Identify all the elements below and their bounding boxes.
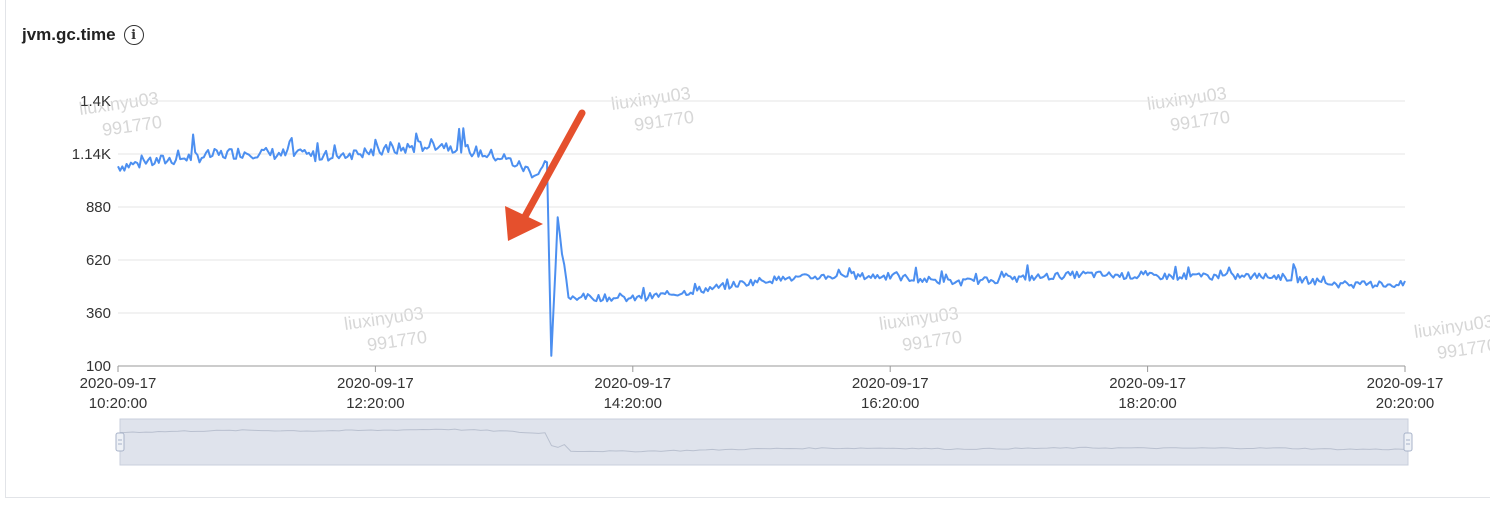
watermark-layer: liuxinyu03991770 liuxinyu03991770 liuxinyu… [78,83,1490,366]
watermark-text: liuxinyu03991770 [878,303,963,358]
watermark-text: liuxinyu03991770 [1146,83,1231,138]
slider-handle-right[interactable] [1403,432,1413,452]
x-axis: 2020-09-17 10:20:00 2020-09-17 12:20:00 2020… [80,366,1444,412]
x-tick-label-date: 2020-09-17 [1367,375,1444,392]
watermark-text: liuxinyu03991770 [1413,311,1490,366]
x-tick-label-date: 2020-09-17 [80,375,157,392]
x-tick-label-date: 2020-09-17 [594,375,671,392]
datazoom-slider [115,418,1413,466]
y-tick-label: 1.14K [72,146,111,163]
y-tick-label: 620 [86,252,111,269]
x-tick-label-date: 2020-09-17 [852,375,929,392]
y-tick-label: 100 [86,358,111,375]
x-tick-label-date: 2020-09-17 [1109,375,1186,392]
x-tick-label-time: 12:20:00 [346,395,404,412]
watermark-line: 991770 [1436,335,1490,363]
watermark-line: 991770 [366,327,428,355]
x-tick-label-time: 20:20:00 [1376,395,1434,412]
x-tick-label-time: 10:20:00 [89,395,147,412]
x-tick-label-date: 2020-09-17 [337,375,414,392]
watermark-text: liuxinyu03991770 [343,303,428,358]
y-tick-label: 1.4K [80,93,111,110]
watermark-text: liuxinyu03991770 [610,83,695,138]
x-tick-label-time: 16:20:00 [861,395,919,412]
slider-track [119,418,1409,466]
y-tick-label: 360 [86,305,111,322]
watermark-line: 991770 [101,112,163,140]
line-chart: liuxinyu03991770 liuxinyu03991770 liuxinyu… [72,83,1490,466]
watermark-line: 991770 [633,107,695,135]
y-tick-label: 880 [86,199,111,216]
x-tick-label-time: 18:20:00 [1118,395,1176,412]
annotation-arrow [505,109,586,241]
slider-handle-left[interactable] [115,432,125,452]
arrow-shaft [518,109,586,226]
series-line [117,127,1406,357]
watermark-line: 991770 [901,327,963,355]
grid-lines [118,100,1405,367]
x-tick-label-time: 14:20:00 [604,395,662,412]
watermark-line: 991770 [1169,107,1231,135]
